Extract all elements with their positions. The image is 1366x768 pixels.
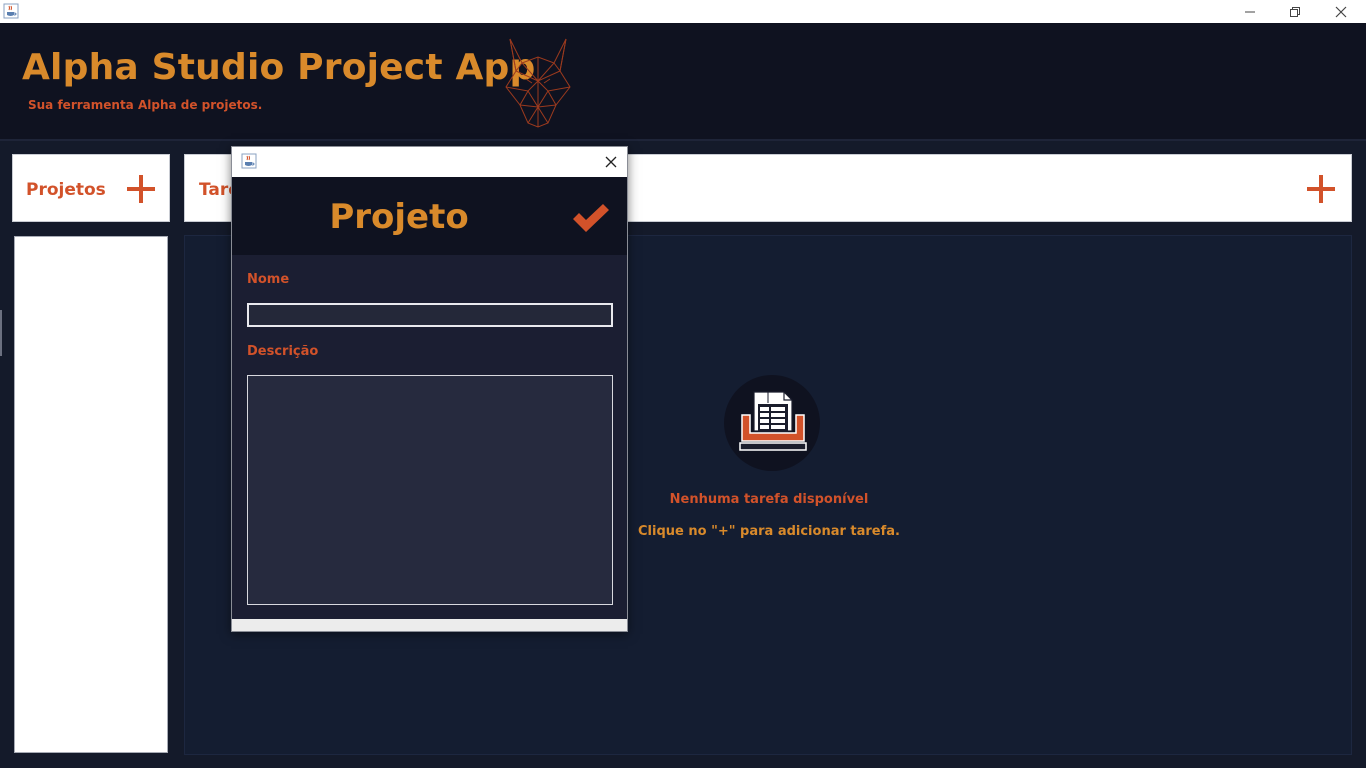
dialog-title: Projeto <box>329 197 469 237</box>
add-task-button[interactable] <box>1307 175 1335 203</box>
java-cup-icon <box>3 3 19 19</box>
empty-tasks-illustration <box>724 375 820 471</box>
check-icon[interactable] <box>570 201 610 235</box>
name-label: Nome <box>247 272 290 287</box>
add-project-button[interactable] <box>127 175 155 203</box>
description-label: Descrição <box>247 344 319 359</box>
dialog-footer <box>232 619 627 631</box>
window-titlebar[interactable] <box>0 0 1366 23</box>
app-subtitle: Sua ferramenta Alpha de projetos. <box>28 98 263 112</box>
projects-list[interactable] <box>14 236 168 753</box>
document-tray-icon <box>739 391 807 451</box>
projects-header: Projetos <box>12 154 170 222</box>
app-title: Alpha Studio Project App <box>22 47 536 88</box>
description-input[interactable] <box>247 375 613 605</box>
name-input[interactable] <box>247 303 613 327</box>
dialog-body: Nome Descrição <box>232 255 627 619</box>
dialog-close-button[interactable] <box>598 150 624 174</box>
restore-icon <box>1290 6 1300 17</box>
close-icon <box>605 156 617 168</box>
minimize-button[interactable] <box>1227 0 1273 23</box>
window-edge-marker <box>0 310 2 356</box>
dialog-titlebar[interactable] <box>232 147 627 177</box>
project-dialog: Projeto Nome Descrição <box>231 146 628 632</box>
java-cup-icon <box>241 153 257 169</box>
wolf-logo-icon <box>505 38 571 128</box>
restore-button[interactable] <box>1272 0 1318 23</box>
projects-label: Projetos <box>26 180 106 200</box>
dialog-header: Projeto <box>232 177 627 255</box>
close-icon <box>1335 6 1347 17</box>
app-header: Alpha Studio Project App Sua ferramenta … <box>0 23 1366 141</box>
minimize-icon <box>1245 11 1255 12</box>
close-button[interactable] <box>1318 0 1364 23</box>
